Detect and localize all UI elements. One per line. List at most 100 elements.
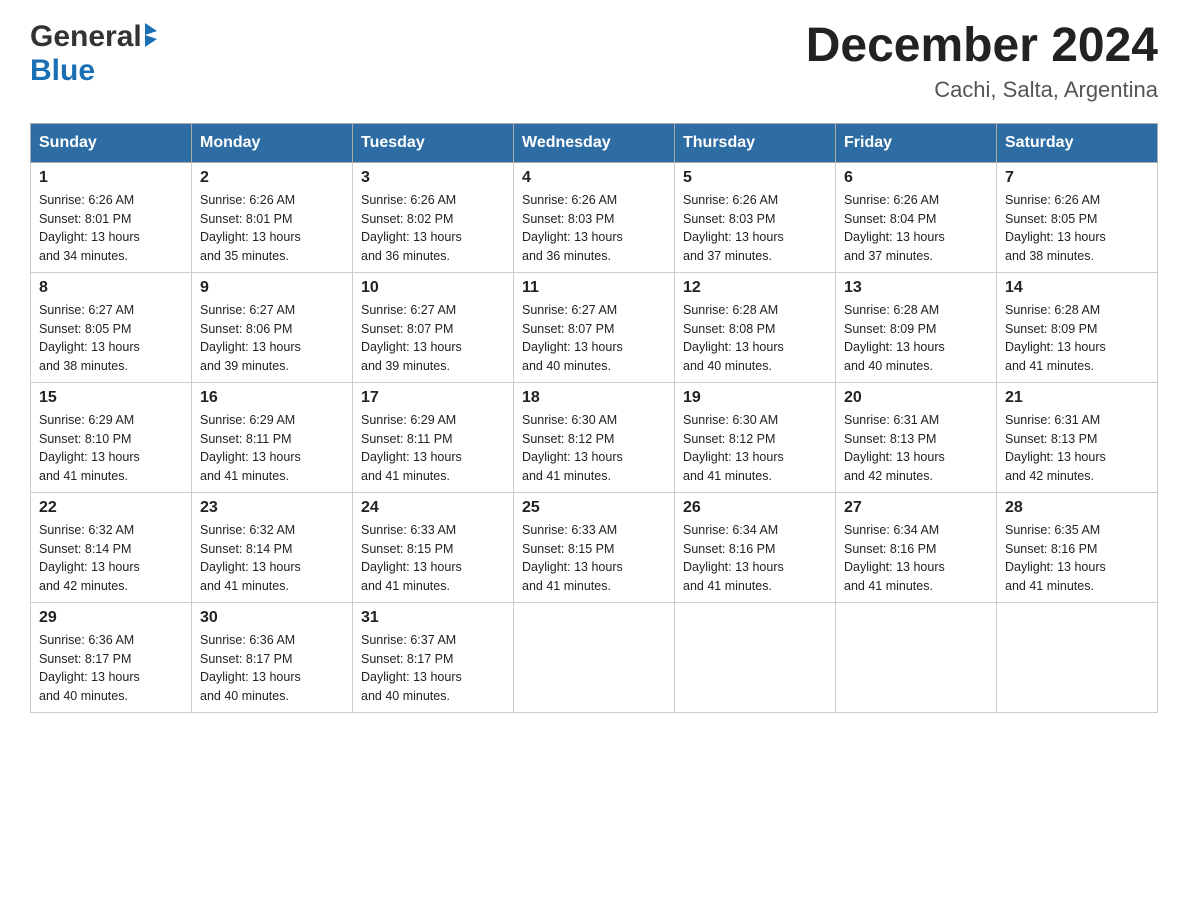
calendar-week-row: 8 Sunrise: 6:27 AMSunset: 8:05 PMDayligh… xyxy=(31,272,1158,382)
calendar-day-cell: 2 Sunrise: 6:26 AMSunset: 8:01 PMDayligh… xyxy=(192,162,353,272)
page-header: General Blue December 2024 Cachi, Salta,… xyxy=(30,20,1158,103)
day-info: Sunrise: 6:31 AMSunset: 8:13 PMDaylight:… xyxy=(844,413,945,483)
calendar-day-cell: 20 Sunrise: 6:31 AMSunset: 8:13 PMDaylig… xyxy=(836,382,997,492)
day-number: 23 xyxy=(200,499,344,517)
calendar-empty-cell xyxy=(675,602,836,712)
title-section: December 2024 Cachi, Salta, Argentina xyxy=(806,20,1158,103)
month-year-title: December 2024 xyxy=(806,20,1158,73)
day-info: Sunrise: 6:36 AMSunset: 8:17 PMDaylight:… xyxy=(200,633,301,703)
day-number: 27 xyxy=(844,499,988,517)
calendar-header-sunday: Sunday xyxy=(31,123,192,162)
calendar-day-cell: 11 Sunrise: 6:27 AMSunset: 8:07 PMDaylig… xyxy=(514,272,675,382)
day-number: 2 xyxy=(200,169,344,187)
day-number: 8 xyxy=(39,279,183,297)
day-number: 5 xyxy=(683,169,827,187)
day-info: Sunrise: 6:36 AMSunset: 8:17 PMDaylight:… xyxy=(39,633,140,703)
day-info: Sunrise: 6:37 AMSunset: 8:17 PMDaylight:… xyxy=(361,633,462,703)
calendar-week-row: 1 Sunrise: 6:26 AMSunset: 8:01 PMDayligh… xyxy=(31,162,1158,272)
calendar-header-saturday: Saturday xyxy=(997,123,1158,162)
day-info: Sunrise: 6:27 AMSunset: 8:07 PMDaylight:… xyxy=(522,303,623,373)
calendar-day-cell: 8 Sunrise: 6:27 AMSunset: 8:05 PMDayligh… xyxy=(31,272,192,382)
day-number: 20 xyxy=(844,389,988,407)
day-number: 26 xyxy=(683,499,827,517)
calendar-table: SundayMondayTuesdayWednesdayThursdayFrid… xyxy=(30,123,1158,713)
logo-general-text: General xyxy=(30,20,142,54)
calendar-empty-cell xyxy=(514,602,675,712)
day-number: 19 xyxy=(683,389,827,407)
day-number: 30 xyxy=(200,609,344,627)
calendar-day-cell: 21 Sunrise: 6:31 AMSunset: 8:13 PMDaylig… xyxy=(997,382,1158,492)
day-info: Sunrise: 6:30 AMSunset: 8:12 PMDaylight:… xyxy=(683,413,784,483)
day-info: Sunrise: 6:26 AMSunset: 8:03 PMDaylight:… xyxy=(683,193,784,263)
day-info: Sunrise: 6:31 AMSunset: 8:13 PMDaylight:… xyxy=(1005,413,1106,483)
calendar-day-cell: 15 Sunrise: 6:29 AMSunset: 8:10 PMDaylig… xyxy=(31,382,192,492)
day-info: Sunrise: 6:26 AMSunset: 8:03 PMDaylight:… xyxy=(522,193,623,263)
day-info: Sunrise: 6:30 AMSunset: 8:12 PMDaylight:… xyxy=(522,413,623,483)
day-info: Sunrise: 6:26 AMSunset: 8:02 PMDaylight:… xyxy=(361,193,462,263)
day-number: 28 xyxy=(1005,499,1149,517)
day-info: Sunrise: 6:26 AMSunset: 8:01 PMDaylight:… xyxy=(39,193,140,263)
calendar-week-row: 15 Sunrise: 6:29 AMSunset: 8:10 PMDaylig… xyxy=(31,382,1158,492)
day-number: 22 xyxy=(39,499,183,517)
calendar-day-cell: 28 Sunrise: 6:35 AMSunset: 8:16 PMDaylig… xyxy=(997,492,1158,602)
day-info: Sunrise: 6:33 AMSunset: 8:15 PMDaylight:… xyxy=(522,523,623,593)
calendar-day-cell: 10 Sunrise: 6:27 AMSunset: 8:07 PMDaylig… xyxy=(353,272,514,382)
calendar-header-wednesday: Wednesday xyxy=(514,123,675,162)
calendar-header-tuesday: Tuesday xyxy=(353,123,514,162)
day-number: 10 xyxy=(361,279,505,297)
day-info: Sunrise: 6:35 AMSunset: 8:16 PMDaylight:… xyxy=(1005,523,1106,593)
calendar-day-cell: 4 Sunrise: 6:26 AMSunset: 8:03 PMDayligh… xyxy=(514,162,675,272)
calendar-header-thursday: Thursday xyxy=(675,123,836,162)
day-info: Sunrise: 6:28 AMSunset: 8:09 PMDaylight:… xyxy=(1005,303,1106,373)
day-number: 1 xyxy=(39,169,183,187)
calendar-header-monday: Monday xyxy=(192,123,353,162)
calendar-day-cell: 23 Sunrise: 6:32 AMSunset: 8:14 PMDaylig… xyxy=(192,492,353,602)
calendar-day-cell: 25 Sunrise: 6:33 AMSunset: 8:15 PMDaylig… xyxy=(514,492,675,602)
day-info: Sunrise: 6:33 AMSunset: 8:15 PMDaylight:… xyxy=(361,523,462,593)
day-number: 17 xyxy=(361,389,505,407)
day-info: Sunrise: 6:28 AMSunset: 8:09 PMDaylight:… xyxy=(844,303,945,373)
day-number: 11 xyxy=(522,279,666,297)
calendar-week-row: 22 Sunrise: 6:32 AMSunset: 8:14 PMDaylig… xyxy=(31,492,1158,602)
calendar-day-cell: 6 Sunrise: 6:26 AMSunset: 8:04 PMDayligh… xyxy=(836,162,997,272)
day-info: Sunrise: 6:27 AMSunset: 8:05 PMDaylight:… xyxy=(39,303,140,373)
location-subtitle: Cachi, Salta, Argentina xyxy=(806,77,1158,103)
calendar-day-cell: 30 Sunrise: 6:36 AMSunset: 8:17 PMDaylig… xyxy=(192,602,353,712)
day-number: 21 xyxy=(1005,389,1149,407)
logo: General Blue xyxy=(30,20,157,88)
calendar-day-cell: 13 Sunrise: 6:28 AMSunset: 8:09 PMDaylig… xyxy=(836,272,997,382)
day-number: 12 xyxy=(683,279,827,297)
day-number: 14 xyxy=(1005,279,1149,297)
calendar-empty-cell xyxy=(997,602,1158,712)
calendar-day-cell: 5 Sunrise: 6:26 AMSunset: 8:03 PMDayligh… xyxy=(675,162,836,272)
day-info: Sunrise: 6:32 AMSunset: 8:14 PMDaylight:… xyxy=(200,523,301,593)
calendar-empty-cell xyxy=(836,602,997,712)
day-number: 13 xyxy=(844,279,988,297)
calendar-day-cell: 9 Sunrise: 6:27 AMSunset: 8:06 PMDayligh… xyxy=(192,272,353,382)
calendar-day-cell: 22 Sunrise: 6:32 AMSunset: 8:14 PMDaylig… xyxy=(31,492,192,602)
calendar-header-row: SundayMondayTuesdayWednesdayThursdayFrid… xyxy=(31,123,1158,162)
day-number: 16 xyxy=(200,389,344,407)
day-info: Sunrise: 6:28 AMSunset: 8:08 PMDaylight:… xyxy=(683,303,784,373)
day-info: Sunrise: 6:26 AMSunset: 8:01 PMDaylight:… xyxy=(200,193,301,263)
calendar-day-cell: 16 Sunrise: 6:29 AMSunset: 8:11 PMDaylig… xyxy=(192,382,353,492)
calendar-day-cell: 7 Sunrise: 6:26 AMSunset: 8:05 PMDayligh… xyxy=(997,162,1158,272)
calendar-day-cell: 27 Sunrise: 6:34 AMSunset: 8:16 PMDaylig… xyxy=(836,492,997,602)
calendar-day-cell: 1 Sunrise: 6:26 AMSunset: 8:01 PMDayligh… xyxy=(31,162,192,272)
day-info: Sunrise: 6:29 AMSunset: 8:11 PMDaylight:… xyxy=(200,413,301,483)
day-info: Sunrise: 6:26 AMSunset: 8:04 PMDaylight:… xyxy=(844,193,945,263)
calendar-day-cell: 18 Sunrise: 6:30 AMSunset: 8:12 PMDaylig… xyxy=(514,382,675,492)
day-info: Sunrise: 6:32 AMSunset: 8:14 PMDaylight:… xyxy=(39,523,140,593)
calendar-day-cell: 12 Sunrise: 6:28 AMSunset: 8:08 PMDaylig… xyxy=(675,272,836,382)
day-info: Sunrise: 6:26 AMSunset: 8:05 PMDaylight:… xyxy=(1005,193,1106,263)
calendar-day-cell: 14 Sunrise: 6:28 AMSunset: 8:09 PMDaylig… xyxy=(997,272,1158,382)
logo-flag-icon xyxy=(145,23,157,47)
calendar-day-cell: 24 Sunrise: 6:33 AMSunset: 8:15 PMDaylig… xyxy=(353,492,514,602)
day-info: Sunrise: 6:34 AMSunset: 8:16 PMDaylight:… xyxy=(844,523,945,593)
day-number: 15 xyxy=(39,389,183,407)
logo-blue-text: Blue xyxy=(30,54,95,88)
day-info: Sunrise: 6:27 AMSunset: 8:06 PMDaylight:… xyxy=(200,303,301,373)
day-number: 25 xyxy=(522,499,666,517)
calendar-day-cell: 26 Sunrise: 6:34 AMSunset: 8:16 PMDaylig… xyxy=(675,492,836,602)
day-number: 29 xyxy=(39,609,183,627)
